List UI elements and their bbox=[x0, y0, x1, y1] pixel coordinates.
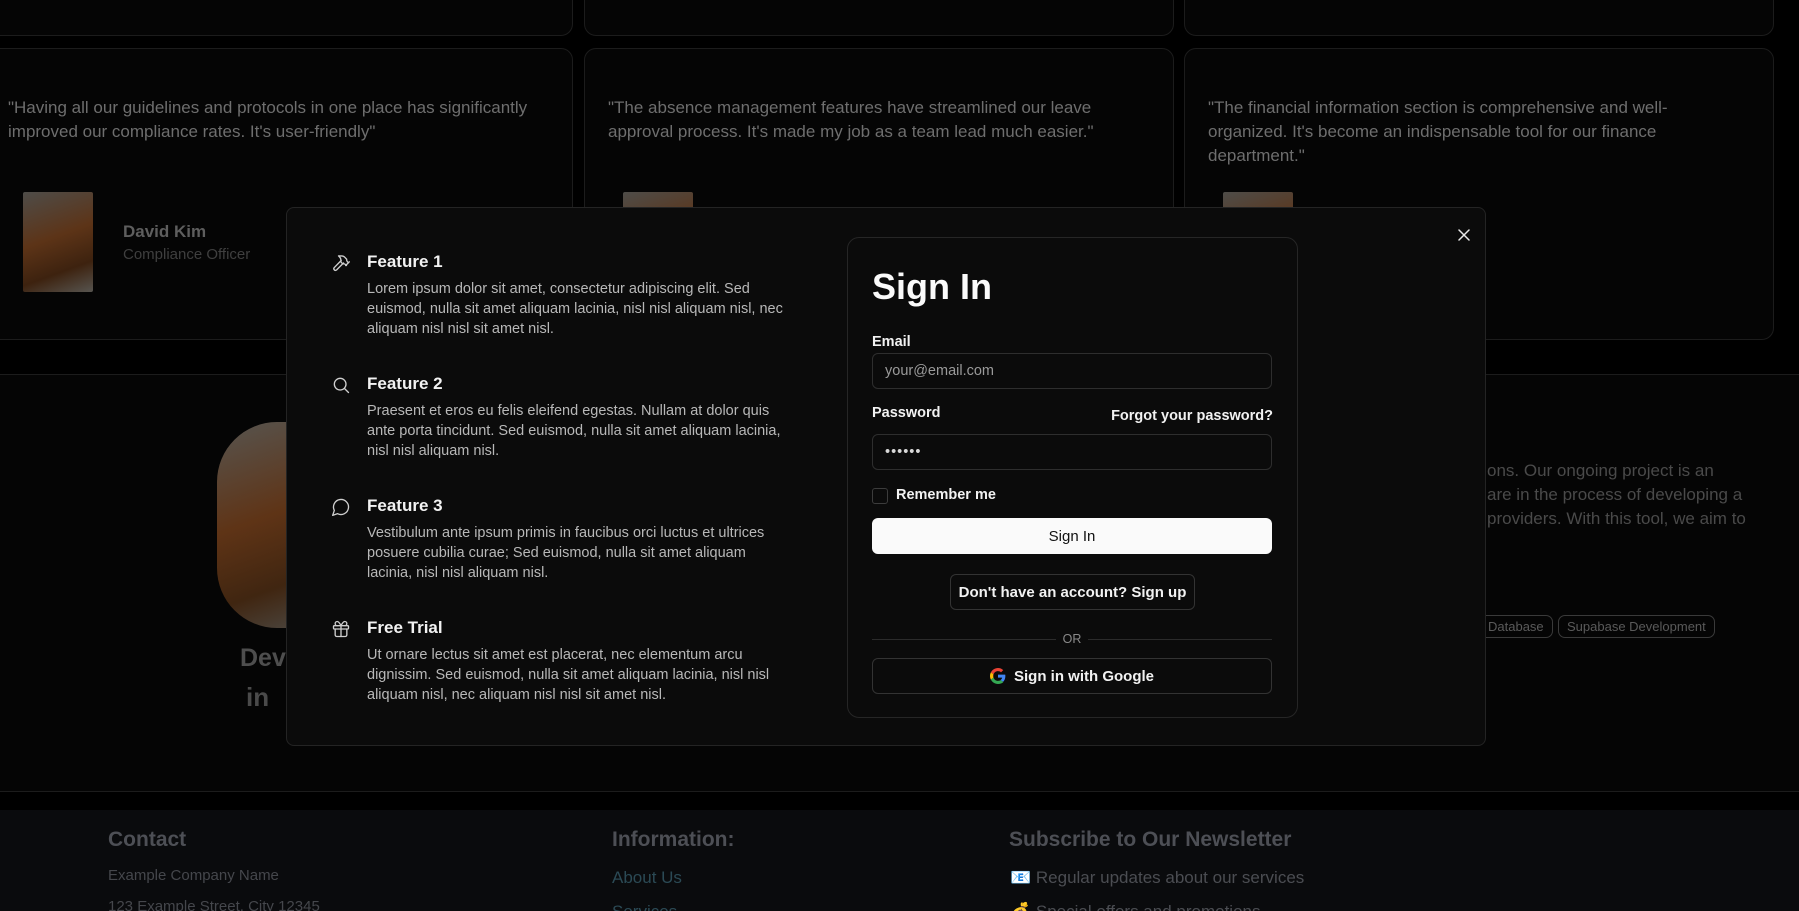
testimonial-card-top-1 bbox=[0, 0, 573, 36]
feature-title: Free Trial bbox=[367, 618, 443, 637]
footer-link-services[interactable]: Services bbox=[612, 902, 677, 911]
testimonial-card-top-2 bbox=[584, 0, 1174, 36]
signin-title: Sign In bbox=[872, 266, 992, 307]
testimonial-card-top-3 bbox=[1184, 0, 1774, 36]
feature-description: Ut ornare lectus sit amet est placerat, … bbox=[367, 647, 770, 703]
footer-contact-heading: Contact bbox=[108, 828, 187, 851]
signin-card: Sign In Email Password Forgot your passw… bbox=[847, 237, 1298, 718]
feature-title: Feature 1 bbox=[367, 252, 443, 271]
project-text-line: ons. Our ongoing project is an bbox=[1487, 461, 1714, 480]
signup-button[interactable]: Don't have an account? Sign up bbox=[950, 574, 1195, 610]
footer-company: Example Company Name bbox=[108, 867, 279, 884]
footer: Contact Example Company Name 123 Example… bbox=[0, 810, 1799, 911]
close-button[interactable] bbox=[1453, 224, 1475, 246]
gift-icon bbox=[332, 620, 350, 638]
tag-database: Database bbox=[1479, 615, 1553, 638]
close-icon bbox=[1458, 229, 1470, 241]
search-icon bbox=[333, 377, 350, 394]
developer-name: Dev bbox=[240, 644, 286, 672]
google-signin-button[interactable]: Sign in with Google bbox=[872, 658, 1272, 694]
feature-item: Feature 3 Vestibulum ante ipsum primis i… bbox=[332, 495, 787, 583]
or-divider: OR bbox=[872, 631, 1272, 647]
signin-modal: Feature 1 Lorem ipsum dolor sit amet, co… bbox=[286, 207, 1486, 746]
project-text-line: providers. With this tool, we aim to bbox=[1487, 509, 1746, 528]
testimonial-name: David Kim bbox=[123, 222, 207, 241]
newsletter-item: 💰 Special offers and promotions bbox=[1010, 902, 1260, 911]
feature-title: Feature 2 bbox=[367, 374, 443, 393]
feature-description: Lorem ipsum dolor sit amet, consectetur … bbox=[367, 281, 783, 337]
footer-newsletter-heading: Subscribe to Our Newsletter bbox=[1009, 828, 1292, 851]
chat-bubble-icon bbox=[332, 498, 350, 516]
testimonial-quote-3: "The financial information section is co… bbox=[1208, 98, 1668, 165]
remember-me-checkbox[interactable] bbox=[872, 488, 888, 504]
testimonial-role: Compliance Officer bbox=[123, 246, 251, 263]
footer-address: 123 Example Street, City 12345 bbox=[108, 898, 320, 911]
tag-supabase-development: Supabase Development bbox=[1558, 615, 1715, 638]
signin-button[interactable]: Sign In bbox=[872, 518, 1272, 554]
feature-item: Free Trial Ut ornare lectus sit amet est… bbox=[332, 617, 787, 705]
feature-item: Feature 1 Lorem ipsum dolor sit amet, co… bbox=[333, 251, 787, 339]
remember-me-label[interactable]: Remember me bbox=[896, 487, 996, 503]
footer-link-about[interactable]: About Us bbox=[612, 868, 682, 888]
linkedin-icon[interactable]: in bbox=[246, 682, 269, 713]
password-label: Password bbox=[872, 405, 941, 421]
testimonial-quote-2: "The absence management features have st… bbox=[608, 98, 1094, 141]
google-icon bbox=[990, 668, 1006, 684]
divider-line bbox=[1088, 639, 1272, 640]
forgot-password-link[interactable]: Forgot your password? bbox=[1111, 408, 1273, 424]
feature-description: Vestibulum ante ipsum primis in faucibus… bbox=[367, 525, 765, 581]
email-label: Email bbox=[872, 334, 911, 350]
feature-description: Praesent et eros eu felis eleifend egest… bbox=[367, 403, 781, 459]
feature-item: Feature 2 Praesent et eros eu felis elei… bbox=[333, 373, 787, 461]
avatar bbox=[23, 192, 93, 292]
google-signin-label: Sign in with Google bbox=[1014, 667, 1154, 685]
hammer-icon bbox=[333, 255, 350, 271]
testimonial-quote-1: "Having all our guidelines and protocols… bbox=[8, 98, 528, 141]
email-field[interactable] bbox=[872, 353, 1272, 389]
password-field[interactable] bbox=[872, 434, 1272, 470]
footer-info-heading: Information: bbox=[612, 828, 735, 851]
project-text-line: are in the process of developing a bbox=[1487, 485, 1743, 504]
newsletter-item: 📧 Regular updates about our services bbox=[1010, 868, 1305, 887]
feature-title: Feature 3 bbox=[367, 496, 443, 515]
